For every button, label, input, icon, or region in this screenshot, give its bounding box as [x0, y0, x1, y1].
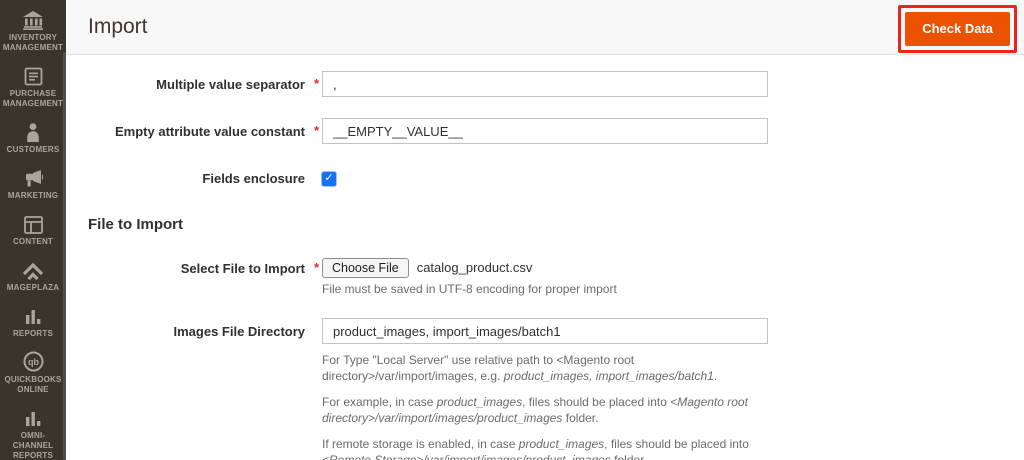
annotation-highlight-box: Check Data: [898, 5, 1017, 53]
sidebar-item-omni-channel-reports[interactable]: OMNI- CHANNEL REPORTS: [1, 408, 65, 460]
help-text: For example, in case: [322, 395, 437, 409]
help-paragraph: For Type "Local Server" use relative pat…: [322, 352, 774, 384]
choose-file-button[interactable]: Choose File: [322, 258, 409, 278]
empty-constant-label: Empty attribute value constant *: [115, 122, 319, 139]
admin-sidebar: INVENTORY MANAGEMENT PURCHASE MANAGEMENT CUS…: [0, 0, 66, 460]
quickbooks-icon: qb: [23, 351, 44, 372]
bank-icon: [22, 10, 44, 30]
sidebar-item-label: CHANNEL: [12, 441, 54, 450]
fields-enclosure-label: Fields enclosure: [202, 171, 305, 186]
form-row-images-directory: Images File Directory: [88, 318, 1024, 344]
images-directory-help: For Type "Local Server" use relative pat…: [322, 352, 774, 460]
help-paragraph: For example, in case product_images, fil…: [322, 394, 774, 426]
sidebar-item-label: OMNI-: [20, 431, 46, 440]
empty-constant-input[interactable]: [322, 118, 768, 144]
required-asterisk: *: [313, 75, 319, 91]
import-form: Multiple value separator* Empty attribut…: [66, 55, 1024, 460]
svg-text:qb: qb: [28, 357, 39, 367]
sidebar-item-quickbooks-online[interactable]: qb QUICKBOOKS ONLINE: [1, 351, 65, 395]
sidebar-item-reports[interactable]: REPORTS: [1, 306, 65, 339]
sidebar-item-label: CONTENT: [12, 237, 54, 246]
sidebar-item-label: MANAGEMENT: [2, 43, 64, 52]
separator-label: Multiple value separator *: [156, 75, 319, 92]
checkmark-icon: ✓: [324, 172, 334, 184]
mageplaza-chevron-icon: [22, 260, 44, 280]
import-page: INVENTORY MANAGEMENT PURCHASE MANAGEMENT CUS…: [0, 0, 1024, 460]
sidebar-item-label: INVENTORY: [8, 33, 58, 42]
sidebar-item-label: REPORTS: [12, 329, 54, 338]
page-title: Import: [88, 15, 148, 38]
sidebar-item-label: REPORTS: [12, 451, 54, 460]
person-icon: [26, 122, 40, 142]
sidebar-item-label: CUSTOMERS: [6, 145, 60, 154]
help-text-italic: product_images: [518, 437, 605, 451]
help-text: , files should be placed into: [604, 437, 749, 451]
separator-input[interactable]: [322, 71, 768, 97]
sidebar-item-label: MARKETING: [7, 191, 59, 200]
sidebar-item-purchase-management[interactable]: PURCHASE MANAGEMENT: [1, 66, 65, 109]
form-row-select-file: Select File to Import * Choose File catalo…: [88, 258, 1024, 278]
selected-filename: catalog_product.csv: [416, 260, 533, 275]
sidebar-item-mageplaza[interactable]: MAGEPLAZA: [1, 260, 65, 293]
sidebar-item-label: MANAGEMENT: [2, 99, 64, 108]
sidebar-item-label: PURCHASE: [9, 89, 57, 98]
help-text-italic: product_images, import_images/batch1: [503, 369, 714, 383]
form-row-empty-constant: Empty attribute value constant *: [88, 118, 1024, 144]
check-data-button[interactable]: Check Data: [905, 12, 1010, 46]
layout-icon: [23, 214, 43, 234]
help-paragraph: If remote storage is enabled, in case pr…: [322, 436, 774, 460]
sidebar-item-label: MAGEPLAZA: [6, 283, 60, 292]
form-row-separator: Multiple value separator *: [88, 71, 1024, 97]
help-text: folder.: [562, 411, 599, 425]
help-text: If remote storage is enabled, in case: [322, 437, 519, 451]
main-panel: Import Check Data Multiple value separat…: [66, 0, 1024, 460]
page-header: Import Check Data: [66, 0, 1024, 55]
megaphone-icon: [23, 168, 43, 188]
fields-enclosure-checkbox[interactable]: ✓: [322, 171, 336, 186]
purchase-document-icon: [24, 66, 43, 86]
sidebar-item-marketing[interactable]: MARKETING: [1, 168, 65, 201]
bar-chart-icon: [25, 408, 42, 428]
utf8-note: File must be saved in UTF-8 encoding for…: [322, 282, 617, 296]
sidebar-item-label: QUICKBOOKS: [4, 375, 62, 384]
sidebar-item-label: ONLINE: [17, 385, 49, 394]
required-asterisk: *: [313, 259, 319, 275]
images-directory-input[interactable]: [322, 318, 768, 344]
help-text-italic: <Remote Storage>/var/import/images/produ…: [322, 453, 611, 460]
bar-chart-icon: [25, 306, 42, 326]
help-text: .: [713, 369, 718, 383]
file-to-import-heading: File to Import: [88, 216, 183, 233]
help-text: folder.: [610, 453, 647, 460]
help-text-italic: product_images: [436, 395, 523, 409]
sidebar-item-content[interactable]: CONTENT: [1, 214, 65, 247]
form-row-fields-enclosure: Fields enclosure ✓: [88, 171, 1024, 186]
required-asterisk: *: [313, 122, 319, 138]
select-file-label: Select File to Import *: [180, 259, 319, 276]
sidebar-item-customers[interactable]: CUSTOMERS: [1, 122, 65, 155]
images-directory-label: Images File Directory: [173, 323, 306, 339]
sidebar-item-inventory-management[interactable]: INVENTORY MANAGEMENT: [1, 10, 65, 53]
help-text: , files should be placed into: [522, 395, 671, 409]
